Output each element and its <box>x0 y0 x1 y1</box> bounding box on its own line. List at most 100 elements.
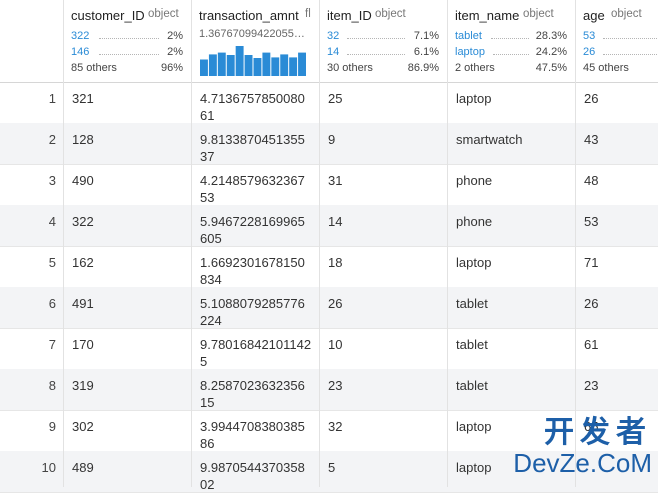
value-count-row[interactable]: 146 2% <box>71 46 183 58</box>
cell-item-name[interactable]: laptop <box>456 254 491 271</box>
value-label: 26 <box>583 46 596 58</box>
value-count-row[interactable]: 30 others 86.9% <box>327 62 439 74</box>
histogram-bar[interactable] <box>289 57 298 76</box>
column-header-customer-id[interactable]: customer_ID object 322 2% 146 2% 85 othe… <box>63 0 191 82</box>
cell-age[interactable]: 26 <box>584 90 598 107</box>
value-count-row[interactable]: 53 <box>583 30 658 42</box>
value-count-row[interactable]: 14 6.1% <box>327 46 439 58</box>
cell-customer-id[interactable]: 489 <box>72 459 94 476</box>
histogram-bar[interactable] <box>217 52 226 76</box>
watermark-en-text: DevZe.CoM <box>513 448 652 478</box>
histogram-bar[interactable] <box>235 46 244 76</box>
value-count-row[interactable]: 32 7.1% <box>327 30 439 42</box>
histogram-bar[interactable] <box>226 55 235 76</box>
cell-item-id[interactable]: 14 <box>328 213 342 230</box>
histogram-bar[interactable] <box>200 59 208 77</box>
table-header: customer_ID object 322 2% 146 2% 85 othe… <box>0 0 658 83</box>
table-row[interactable]: 8 319 8.258702363235615 23 tablet 23 <box>0 369 658 411</box>
table-row[interactable]: 1 321 4.713675785008061 25 laptop 26 <box>0 82 658 124</box>
cell-customer-id[interactable]: 490 <box>72 172 94 189</box>
value-percent: 7.1% <box>413 30 439 42</box>
cell-item-name[interactable]: phone <box>456 172 492 189</box>
value-count-row[interactable]: 322 2% <box>71 30 183 42</box>
column-header-item-id[interactable]: item_ID object 32 7.1% 14 6.1% 30 others… <box>319 0 447 82</box>
cell-age[interactable]: 23 <box>584 377 598 394</box>
cell-item-id[interactable]: 23 <box>328 377 342 394</box>
cell-customer-id[interactable]: 491 <box>72 295 94 312</box>
table-row[interactable]: 4 322 5.9467228169965605 14 phone 53 <box>0 205 658 247</box>
cell-item-id[interactable]: 10 <box>328 336 342 353</box>
value-count-row[interactable]: 85 others 96% <box>71 62 183 74</box>
cell-age[interactable]: 71 <box>584 254 598 271</box>
cell-item-id[interactable]: 18 <box>328 254 342 271</box>
cell-customer-id[interactable]: 128 <box>72 131 94 148</box>
cell-transaction-amnt[interactable]: 4.214857963236753 <box>200 172 312 206</box>
cell-item-name[interactable]: smartwatch <box>456 131 522 148</box>
cell-item-name[interactable]: tablet <box>456 295 488 312</box>
value-count-row[interactable]: 2 others 47.5% <box>455 62 567 74</box>
cell-transaction-amnt[interactable]: 9.780168421011425 <box>200 336 312 370</box>
row-index: 4 <box>48 214 56 229</box>
column-divider[interactable] <box>575 0 576 487</box>
cell-transaction-amnt[interactable]: 3.994470838038586 <box>200 418 312 452</box>
value-count-row[interactable]: laptop 24.2% <box>455 46 567 58</box>
table-row[interactable]: 5 162 1.6692301678150834 18 laptop 71 <box>0 246 658 288</box>
cell-customer-id[interactable]: 322 <box>72 213 94 230</box>
column-name: age <box>583 8 605 23</box>
value-percent: 86.9% <box>407 62 439 74</box>
cell-item-name[interactable]: laptop <box>456 90 491 107</box>
column-header-age[interactable]: age object 53 26 45 others <box>575 0 658 82</box>
cell-customer-id[interactable]: 321 <box>72 90 94 107</box>
cell-age[interactable]: 26 <box>584 295 598 312</box>
histogram-bar[interactable] <box>280 54 289 76</box>
cell-customer-id[interactable]: 170 <box>72 336 94 353</box>
histogram-bar[interactable] <box>208 54 217 76</box>
cell-item-id[interactable]: 5 <box>328 459 335 476</box>
cell-item-id[interactable]: 26 <box>328 295 342 312</box>
histogram-bar[interactable] <box>262 52 271 76</box>
cell-item-id[interactable]: 9 <box>328 131 335 148</box>
cell-age[interactable]: 48 <box>584 172 598 189</box>
value-percent: 2% <box>167 30 183 42</box>
cell-transaction-amnt[interactable]: 9.813387045135537 <box>200 131 312 165</box>
cell-age[interactable]: 53 <box>584 213 598 230</box>
histogram-bar[interactable] <box>244 55 253 76</box>
column-divider[interactable] <box>191 0 192 487</box>
cell-item-name[interactable]: laptop <box>456 459 491 476</box>
column-divider[interactable] <box>447 0 448 487</box>
cell-transaction-amnt[interactable]: 8.258702363235615 <box>200 377 312 411</box>
value-count-row[interactable]: tablet 28.3% <box>455 30 567 42</box>
cell-item-id[interactable]: 31 <box>328 172 342 189</box>
cell-age[interactable]: 43 <box>584 131 598 148</box>
cell-item-name[interactable]: laptop <box>456 418 491 435</box>
value-count-row[interactable]: 26 <box>583 46 658 58</box>
cell-customer-id[interactable]: 162 <box>72 254 94 271</box>
cell-age[interactable]: 61 <box>584 336 598 353</box>
table-row[interactable]: 7 170 9.780168421011425 10 tablet 61 <box>0 328 658 370</box>
cell-transaction-amnt[interactable]: 5.1088079285776224 <box>200 295 312 329</box>
cell-customer-id[interactable]: 319 <box>72 377 94 394</box>
cell-transaction-amnt[interactable]: 4.713675785008061 <box>200 90 312 124</box>
value-count-row[interactable]: 45 others <box>583 62 658 74</box>
table-row[interactable]: 2 128 9.813387045135537 9 smartwatch 43 <box>0 123 658 165</box>
cell-item-name[interactable]: phone <box>456 213 492 230</box>
histogram-bar[interactable] <box>298 52 306 76</box>
cell-item-name[interactable]: tablet <box>456 377 488 394</box>
histogram-bar[interactable] <box>271 57 280 76</box>
value-percent: 28.3% <box>535 30 567 42</box>
value-label: 146 <box>71 46 90 58</box>
column-divider[interactable] <box>319 0 320 487</box>
histogram-bar[interactable] <box>253 58 262 76</box>
table-row[interactable]: 3 490 4.214857963236753 31 phone 48 <box>0 164 658 206</box>
cell-customer-id[interactable]: 302 <box>72 418 94 435</box>
column-divider[interactable] <box>63 0 64 487</box>
column-header-item-name[interactable]: item_name object tablet 28.3% laptop 24.… <box>447 0 575 82</box>
cell-item-id[interactable]: 32 <box>328 418 342 435</box>
cell-transaction-amnt[interactable]: 9.987054437035802 <box>200 459 312 493</box>
cell-item-id[interactable]: 25 <box>328 90 342 107</box>
table-row[interactable]: 6 491 5.1088079285776224 26 tablet 26 <box>0 287 658 329</box>
cell-item-name[interactable]: tablet <box>456 336 488 353</box>
watermark-cn-text: 开发者 <box>544 416 652 449</box>
cell-transaction-amnt[interactable]: 1.6692301678150834 <box>200 254 312 288</box>
cell-transaction-amnt[interactable]: 5.9467228169965605 <box>200 213 312 247</box>
